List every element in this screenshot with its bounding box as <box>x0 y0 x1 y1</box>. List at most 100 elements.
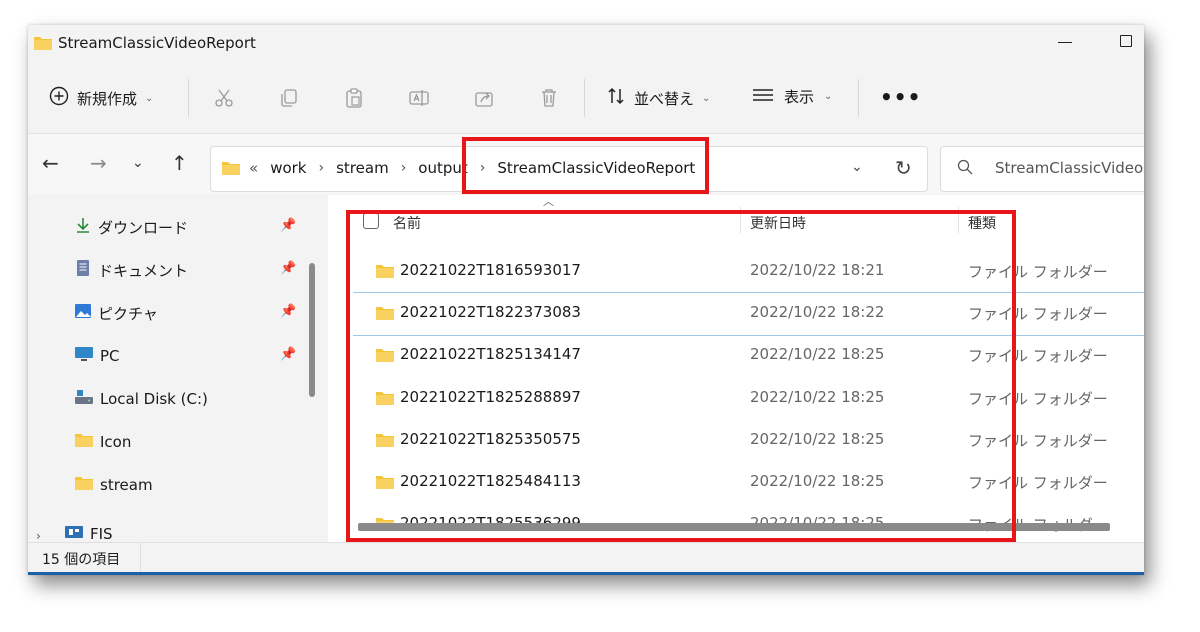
breadcrumb-separator[interactable]: › <box>319 160 325 176</box>
view-button[interactable]: 表示 ⌄ <box>752 86 832 107</box>
sidebar-scrollbar[interactable] <box>309 263 315 397</box>
sidebar-item-documents[interactable]: ドキュメント <box>74 257 188 283</box>
sidebar-item-downloads[interactable]: ダウンロード <box>74 214 188 240</box>
minimize-button[interactable] <box>1058 42 1072 43</box>
address-bar[interactable]: « work › stream › output › StreamClassic… <box>210 146 928 192</box>
pin-icon[interactable]: 📌 <box>280 261 296 276</box>
breadcrumb-item-work[interactable]: work <box>270 159 306 177</box>
title-bar: StreamClassicVideoReport <box>28 25 1144 63</box>
horizontal-scrollbar[interactable] <box>358 523 1110 531</box>
maximize-button[interactable] <box>1120 35 1132 47</box>
sidebar-item-icon-folder[interactable]: Icon <box>74 429 131 455</box>
file-name: 20221022T1825288897 <box>400 388 581 406</box>
more-options-button[interactable]: ••• <box>880 85 921 109</box>
file-date: 2022/10/22 18:25 <box>750 388 885 406</box>
folder-icon <box>375 305 395 325</box>
forward-arrow-icon[interactable]: → <box>90 151 107 175</box>
breadcrumb-item-stream[interactable]: stream <box>336 159 389 177</box>
file-name: 20221022T1825134147 <box>400 345 581 363</box>
column-divider[interactable] <box>958 207 959 233</box>
pin-icon[interactable]: 📌 <box>280 304 296 319</box>
download-icon <box>74 216 92 238</box>
folder-icon <box>74 475 94 495</box>
view-button-label: 表示 <box>784 88 815 106</box>
navigation-bar: ← → ⌄ ↑ « work › stream › output › Strea… <box>28 133 1144 194</box>
window-title: StreamClassicVideoReport <box>58 34 256 52</box>
paste-icon[interactable] <box>343 87 365 109</box>
navigation-pane: ダウンロード 📌 ドキュメント 📌 ピクチャ 📌 PC 📌 Local Disk… <box>28 195 328 549</box>
file-date: 2022/10/22 18:25 <box>750 430 885 448</box>
up-arrow-icon[interactable]: ↑ <box>171 151 188 175</box>
table-row[interactable]: 20221022T1825484113 2022/10/22 18:25 ファイル … <box>353 462 1144 504</box>
column-divider[interactable] <box>740 207 741 233</box>
sidebar-item-pc[interactable]: PC <box>74 343 120 369</box>
sidebar-item-label: ドキュメント <box>98 261 189 280</box>
expand-chevron-icon[interactable]: › <box>36 529 41 543</box>
copy-icon[interactable] <box>278 87 300 109</box>
rename-icon[interactable] <box>408 87 430 109</box>
address-history-chevron-icon[interactable]: ⌄ <box>851 159 863 175</box>
breadcrumb-separator[interactable]: › <box>401 160 407 176</box>
breadcrumb-item-current[interactable]: StreamClassicVideoReport <box>497 159 695 177</box>
list-view-icon <box>752 87 774 107</box>
command-bar: 新規作成 ⌄ 並べ替え ⌄ 表示 ⌄ ••• <box>28 73 1144 123</box>
window-bottom-border <box>28 572 1144 575</box>
breadcrumb-separator[interactable]: › <box>480 160 486 176</box>
file-name: 20221022T1816593017 <box>400 261 581 279</box>
chevron-down-icon: ⌄ <box>702 92 711 104</box>
breadcrumb-overflow[interactable]: « <box>249 159 258 177</box>
sidebar-item-pictures[interactable]: ピクチャ <box>74 300 158 326</box>
file-type: ファイル フォルダー <box>968 305 1108 323</box>
folder-icon <box>375 432 395 452</box>
sidebar-item-label: FIS <box>90 525 113 543</box>
plus-circle-icon <box>49 86 69 110</box>
file-type: ファイル フォルダー <box>968 432 1108 450</box>
toolbar-divider <box>858 79 859 117</box>
column-header-type[interactable]: 種類 <box>968 213 996 233</box>
column-header-date[interactable]: 更新日時 <box>750 213 806 233</box>
table-row[interactable]: 20221022T1816593017 2022/10/22 18:21 ファイル … <box>353 251 1144 293</box>
sort-caret-up-icon: ︿ <box>543 195 554 208</box>
refresh-icon[interactable]: ↻ <box>895 156 912 180</box>
table-row[interactable]: 20221022T1825288897 2022/10/22 18:25 ファイル … <box>353 378 1144 420</box>
file-type: ファイル フォルダー <box>968 263 1108 281</box>
column-header-name[interactable]: 名前 <box>393 213 421 233</box>
status-bar: 15 個の項目 <box>28 542 1144 573</box>
column-header-row: ︿ 名前 更新日時 種類 <box>328 195 1144 233</box>
table-row[interactable]: 20221022T1825350575 2022/10/22 18:25 ファイル … <box>353 420 1144 462</box>
item-count: 15 個の項目 <box>42 552 121 568</box>
back-arrow-icon[interactable]: ← <box>42 151 59 175</box>
folder-icon <box>375 474 395 494</box>
folder-icon <box>375 347 395 367</box>
select-all-checkbox[interactable] <box>363 213 379 229</box>
new-button[interactable]: 新規作成 ⌄ <box>49 86 153 110</box>
pin-icon[interactable]: 📌 <box>280 347 296 362</box>
table-row[interactable]: 20221022T1825134147 2022/10/22 18:25 ファイル … <box>353 335 1144 377</box>
table-row[interactable]: 20221022T1822373083 2022/10/22 18:22 ファイル … <box>353 292 1144 336</box>
file-date: 2022/10/22 18:25 <box>750 345 885 363</box>
cut-icon[interactable] <box>213 87 235 109</box>
file-name: 20221022T1822373083 <box>400 303 581 321</box>
pin-icon[interactable]: 📌 <box>280 218 296 233</box>
search-box[interactable]: StreamClassicVideoR <box>940 146 1144 192</box>
sidebar-item-local-disk[interactable]: Local Disk (C:) <box>74 386 208 412</box>
monitor-icon <box>74 345 94 367</box>
folder-icon <box>33 35 53 55</box>
file-date: 2022/10/22 18:21 <box>750 261 885 279</box>
folder-icon <box>221 160 241 180</box>
sidebar-item-stream-folder[interactable]: stream <box>74 472 153 498</box>
share-icon[interactable] <box>473 87 495 109</box>
pictures-icon <box>74 302 92 324</box>
sidebar-item-label: Local Disk (C:) <box>100 390 208 408</box>
folder-icon <box>74 432 94 452</box>
folder-icon <box>375 390 395 410</box>
file-list: ︿ 名前 更新日時 種類 20221022T1816593017 2022/10/… <box>328 195 1144 549</box>
file-explorer-window: StreamClassicVideoReport 新規作成 ⌄ 並べ替え ⌄ 表… <box>28 25 1144 575</box>
sort-button[interactable]: 並べ替え ⌄ <box>606 86 710 110</box>
search-placeholder: StreamClassicVideoR <box>995 159 1144 177</box>
sidebar-item-label: ダウンロード <box>98 218 189 237</box>
document-icon <box>74 259 92 281</box>
recent-locations-chevron-icon[interactable]: ⌄ <box>132 155 144 171</box>
breadcrumb-item-output[interactable]: output <box>418 159 467 177</box>
delete-icon[interactable] <box>538 87 560 109</box>
